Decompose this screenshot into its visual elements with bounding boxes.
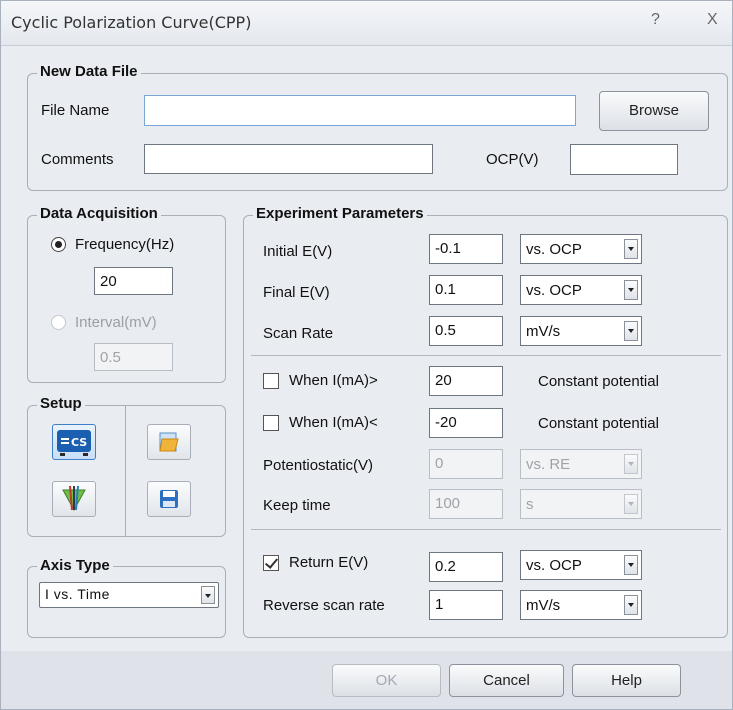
electrode-button[interactable] <box>52 481 96 517</box>
when-lt-checkbox[interactable] <box>263 415 279 431</box>
divider-1 <box>251 355 721 356</box>
chevron-down-icon[interactable] <box>624 280 638 300</box>
scan-rate-label: Scan Rate <box>263 325 334 342</box>
chevron-down-icon[interactable] <box>624 321 638 341</box>
frequency-radio[interactable] <box>51 237 66 252</box>
scan-rate-unit-select[interactable]: mV/s <box>520 316 642 346</box>
ocp-label: OCP(V) <box>486 151 539 168</box>
potentiostatic-input[interactable]: 0 <box>429 449 503 479</box>
interval-input[interactable]: 0.5 <box>94 343 173 371</box>
browse-button[interactable]: Browse <box>599 91 709 131</box>
return-e-input[interactable]: 0.2 <box>429 552 503 582</box>
reverse-scan-rate-unit-value: mV/s <box>526 597 561 614</box>
interval-label: Interval(mV) <box>75 314 157 331</box>
chevron-down-icon[interactable] <box>624 595 638 615</box>
when-gt-label: When I(mA)> <box>289 372 378 389</box>
when-gt-input[interactable]: 20 <box>429 366 503 396</box>
frequency-label: Frequency(Hz) <box>75 236 175 253</box>
file-name-input[interactable] <box>144 95 576 126</box>
initial-e-label: Initial E(V) <box>263 243 333 260</box>
when-lt-label: When I(mA)< <box>289 414 378 431</box>
axis-type-select[interactable]: I vs. Time <box>39 582 219 608</box>
data-acquisition-legend: Data Acquisition <box>37 205 161 222</box>
save-button[interactable] <box>147 481 191 517</box>
axis-type-value: I vs. Time <box>45 586 110 602</box>
setup-divider <box>125 405 126 537</box>
return-e-ref-value: vs. OCP <box>526 557 582 574</box>
potentiostatic-ref-value: vs. RE <box>526 456 571 473</box>
scan-rate-unit-value: mV/s <box>526 323 561 340</box>
reverse-scan-rate-input[interactable]: 1 <box>429 590 503 620</box>
save-icon <box>160 490 178 508</box>
ocp-input[interactable] <box>570 144 678 175</box>
initial-e-input[interactable]: -0.1 <box>429 234 503 264</box>
svg-text:CS: CS <box>71 436 87 449</box>
interval-radio[interactable] <box>51 315 66 330</box>
dialog-window: Cyclic Polarization Curve(CPP) ? X New D… <box>0 0 733 710</box>
return-e-checkbox[interactable] <box>263 555 279 571</box>
final-e-label: Final E(V) <box>263 284 330 301</box>
final-e-ref-value: vs. OCP <box>526 282 582 299</box>
return-e-ref-select[interactable]: vs. OCP <box>520 550 642 580</box>
title-bar: Cyclic Polarization Curve(CPP) ? X <box>1 1 732 46</box>
chevron-down-icon[interactable] <box>624 454 638 474</box>
cancel-button[interactable]: Cancel <box>449 664 564 697</box>
file-name-label: File Name <box>41 102 110 119</box>
chevron-down-icon[interactable] <box>201 586 215 604</box>
potentiostatic-ref-select[interactable]: vs. RE <box>520 449 642 479</box>
help-button[interactable]: Help <box>572 664 681 697</box>
comments-input[interactable] <box>144 144 433 174</box>
keep-time-unit-select[interactable]: s <box>520 489 642 519</box>
when-lt-input[interactable]: -20 <box>429 408 503 438</box>
scan-rate-input[interactable]: 0.5 <box>429 316 503 346</box>
comments-label: Comments <box>41 151 114 168</box>
open-file-icon <box>159 432 179 452</box>
initial-e-ref-select[interactable]: vs. OCP <box>520 234 642 264</box>
reverse-scan-rate-label: Reverse scan rate <box>263 597 385 614</box>
open-file-button[interactable] <box>147 424 191 460</box>
axis-type-legend: Axis Type <box>37 557 113 574</box>
return-e-label: Return E(V) <box>289 554 369 571</box>
keep-time-unit-value: s <box>526 496 534 513</box>
when-gt-checkbox[interactable] <box>263 373 279 389</box>
help-icon[interactable]: ? <box>651 11 660 29</box>
cs-device-button[interactable]: CS <box>52 424 96 460</box>
frequency-input[interactable]: 20 <box>94 267 173 295</box>
final-e-ref-select[interactable]: vs. OCP <box>520 275 642 305</box>
divider-2 <box>251 529 721 530</box>
ok-button[interactable]: OK <box>332 664 441 697</box>
close-icon[interactable]: X <box>707 11 718 29</box>
electrode-icon <box>62 485 86 512</box>
when-lt-action: Constant potential <box>538 415 659 432</box>
setup-legend: Setup <box>37 395 85 412</box>
chevron-down-icon[interactable] <box>624 555 638 575</box>
new-data-file-legend: New Data File <box>37 63 141 80</box>
initial-e-ref-value: vs. OCP <box>526 241 582 258</box>
chevron-down-icon[interactable] <box>624 494 638 514</box>
experiment-parameters-legend: Experiment Parameters <box>253 205 427 222</box>
when-gt-action: Constant potential <box>538 373 659 390</box>
keep-time-input[interactable]: 100 <box>429 489 503 519</box>
reverse-scan-rate-unit-select[interactable]: mV/s <box>520 590 642 620</box>
keep-time-label: Keep time <box>263 497 331 514</box>
chevron-down-icon[interactable] <box>624 239 638 259</box>
cs-device-icon: CS <box>57 430 91 456</box>
potentiostatic-label: Potentiostatic(V) <box>263 457 374 474</box>
final-e-input[interactable]: 0.1 <box>429 275 503 305</box>
window-title: Cyclic Polarization Curve(CPP) <box>11 13 252 32</box>
